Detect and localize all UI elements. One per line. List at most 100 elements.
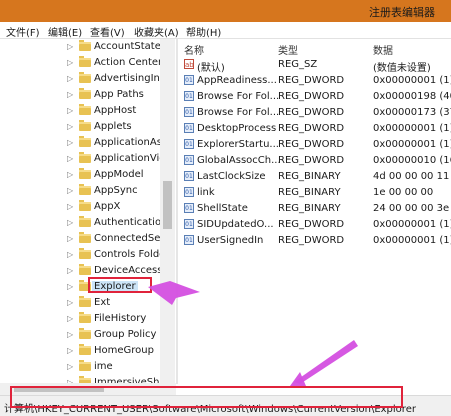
value-data: 0x00000001 (1) bbox=[373, 219, 451, 230]
value-data: 0x00000001 (1) bbox=[373, 139, 451, 150]
tree-item-label: App Paths bbox=[94, 89, 144, 100]
folder-icon bbox=[79, 344, 91, 355]
binary-value-icon: 01 bbox=[184, 187, 194, 197]
value-name: (默认) bbox=[197, 63, 225, 74]
tree-item[interactable]: ▷ Action Center bbox=[0, 55, 176, 71]
folder-icon bbox=[79, 264, 91, 275]
tree-item-label: AppHost bbox=[94, 105, 137, 116]
expand-arrow-icon[interactable]: ▷ bbox=[67, 58, 73, 67]
list-item[interactable]: 01 LastClockSize REG_BINARY 4d 00 00 00 11 … bbox=[178, 169, 451, 185]
tree-item[interactable]: ▷ Applets bbox=[0, 119, 176, 135]
menu-file[interactable]: 文件(F) bbox=[6, 24, 40, 39]
expand-arrow-icon[interactable]: ▷ bbox=[67, 202, 73, 211]
folder-icon bbox=[79, 232, 91, 243]
list-item[interactable]: 01 DesktopProcess REG_DWORD 0x00000001 (1) bbox=[178, 121, 451, 137]
binary-value-icon: 01 bbox=[184, 75, 194, 85]
tree-item[interactable]: ▷ Controls Folde bbox=[0, 247, 176, 263]
value-data: 1e 00 00 00 bbox=[373, 187, 434, 198]
tree-item[interactable]: ▷ ConnectedSea bbox=[0, 231, 176, 247]
expand-arrow-icon[interactable]: ▷ bbox=[67, 282, 73, 291]
menu-favorites[interactable]: 收藏夹(A) bbox=[134, 24, 179, 39]
list-item[interactable]: 01 ExplorerStartu... REG_DWORD 0x00000001 (… bbox=[178, 137, 451, 153]
tree-item[interactable]: ▷ AdvertisingInfo bbox=[0, 71, 176, 87]
tree-item[interactable]: ▷ Ext bbox=[0, 295, 176, 311]
list-item[interactable]: 01ShellState REG_BINARY 24 00 00 00 3e 28 bbox=[178, 201, 451, 217]
tree-item-label: AccountState bbox=[94, 41, 161, 52]
menu-help[interactable]: 帮助(H) bbox=[186, 24, 221, 39]
tree-item[interactable]: ▷ Authentication bbox=[0, 215, 176, 231]
tree-item[interactable]: ▷ AppSync bbox=[0, 183, 176, 199]
folder-icon bbox=[79, 56, 91, 67]
binary-value-icon: 01 bbox=[184, 235, 194, 245]
registry-tree[interactable]: ▷ AccountState ▷ Action Center ▷ AdvertisingI… bbox=[0, 39, 176, 384]
tree-item-label: HomeGroup bbox=[94, 345, 154, 356]
tree-item[interactable]: ▷ ime bbox=[0, 359, 176, 375]
tree-item[interactable]: ▷ AppX bbox=[0, 199, 176, 215]
value-type: REG_BINARY bbox=[278, 187, 341, 198]
tree-item-label: AdvertisingInfo bbox=[94, 73, 170, 84]
column-header-type[interactable]: 类型 bbox=[278, 42, 298, 57]
expand-arrow-icon[interactable]: ▷ bbox=[67, 106, 73, 115]
tree-item[interactable]: ▷ Group Policy bbox=[0, 327, 176, 343]
list-item[interactable]: 01 Browse For Fol... REG_DWORD 0x00000198 (… bbox=[178, 89, 451, 105]
expand-arrow-icon[interactable]: ▷ bbox=[67, 314, 73, 323]
tree-item[interactable]: ▷ HomeGroup bbox=[0, 343, 176, 359]
value-name: SIDUpdatedO... bbox=[197, 219, 274, 230]
expand-arrow-icon[interactable]: ▷ bbox=[67, 90, 73, 99]
list-item[interactable]: 01 SIDUpdatedO... REG_DWORD 0x00000001 (1) bbox=[178, 217, 451, 233]
tree-item[interactable]: ▷ App Paths bbox=[0, 87, 176, 103]
list-item[interactable]: ab (默认) REG_SZ (数值未设置) bbox=[178, 57, 451, 74]
expand-arrow-icon[interactable]: ▷ bbox=[67, 74, 73, 83]
expand-arrow-icon[interactable]: ▷ bbox=[67, 186, 73, 195]
list-item[interactable]: 01 AppReadiness... REG_DWORD 0x00000001 (1) bbox=[178, 73, 451, 89]
tree-item[interactable]: ▷ AccountState bbox=[0, 39, 176, 55]
list-item[interactable]: 01 Browse For Fol... REG_DWORD 0x00000173 (… bbox=[178, 105, 451, 121]
expand-arrow-icon[interactable]: ▷ bbox=[67, 362, 73, 371]
tree-item[interactable]: ▷ FileHistory bbox=[0, 311, 176, 327]
tree-item-label: Ext bbox=[94, 297, 111, 308]
list-item[interactable]: 01 GlobalAssocCh... REG_DWORD 0x00000010 (1… bbox=[178, 153, 451, 169]
expand-arrow-icon[interactable]: ▷ bbox=[67, 346, 73, 355]
binary-value-icon: 01 bbox=[184, 171, 194, 181]
expand-arrow-icon[interactable]: ▷ bbox=[67, 330, 73, 339]
value-type: REG_BINARY bbox=[278, 171, 341, 182]
value-data: 0x00000001 (1) bbox=[373, 235, 451, 246]
value-name: GlobalAssocCh... bbox=[197, 155, 281, 166]
menu-view[interactable]: 查看(V) bbox=[90, 24, 125, 39]
expand-arrow-icon[interactable]: ▷ bbox=[67, 218, 73, 227]
value-data: 0x00000001 (1) bbox=[373, 75, 451, 86]
column-header-name[interactable]: 名称 bbox=[184, 42, 204, 57]
folder-icon bbox=[79, 248, 91, 259]
expand-arrow-icon[interactable]: ▷ bbox=[67, 170, 73, 179]
tree-item-label: Authentication bbox=[94, 217, 168, 228]
folder-icon bbox=[79, 104, 91, 115]
expand-arrow-icon[interactable]: ▷ bbox=[67, 138, 73, 147]
expand-arrow-icon[interactable]: ▷ bbox=[67, 122, 73, 131]
tree-item[interactable]: ▷ ApplicationAss bbox=[0, 135, 176, 151]
value-data: 24 00 00 00 3e 28 bbox=[373, 203, 451, 214]
folder-icon bbox=[79, 200, 91, 211]
tree-item[interactable]: ▷ ApplicationVie bbox=[0, 151, 176, 167]
menu-edit[interactable]: 编辑(E) bbox=[48, 24, 82, 39]
column-header-data[interactable]: 数据 bbox=[373, 42, 393, 57]
value-name: AppReadiness... bbox=[197, 75, 277, 86]
value-name: Browse For Fol... bbox=[197, 107, 280, 118]
expand-arrow-icon[interactable]: ▷ bbox=[67, 234, 73, 243]
tree-item[interactable]: ▷ AppHost bbox=[0, 103, 176, 119]
scrollbar-thumb[interactable] bbox=[163, 181, 172, 229]
tree-item[interactable]: ▷ AppModel bbox=[0, 167, 176, 183]
expand-arrow-icon[interactable]: ▷ bbox=[67, 298, 73, 307]
value-name: ExplorerStartu... bbox=[197, 139, 279, 150]
expand-arrow-icon[interactable]: ▷ bbox=[67, 266, 73, 275]
expand-arrow-icon[interactable]: ▷ bbox=[67, 154, 73, 163]
list-item[interactable]: 01 link REG_BINARY 1e 00 00 00 bbox=[178, 185, 451, 201]
tree-vertical-scrollbar[interactable] bbox=[160, 39, 175, 384]
folder-icon bbox=[79, 136, 91, 147]
binary-value-icon: 01 bbox=[184, 219, 194, 229]
folder-icon bbox=[79, 328, 91, 339]
list-item[interactable]: 01 UserSignedIn REG_DWORD 0x00000001 (1) bbox=[178, 233, 451, 249]
value-name: UserSignedIn bbox=[197, 235, 264, 246]
expand-arrow-icon[interactable]: ▷ bbox=[67, 250, 73, 259]
explorer-highlight-box bbox=[88, 277, 152, 293]
expand-arrow-icon[interactable]: ▷ bbox=[67, 42, 73, 51]
